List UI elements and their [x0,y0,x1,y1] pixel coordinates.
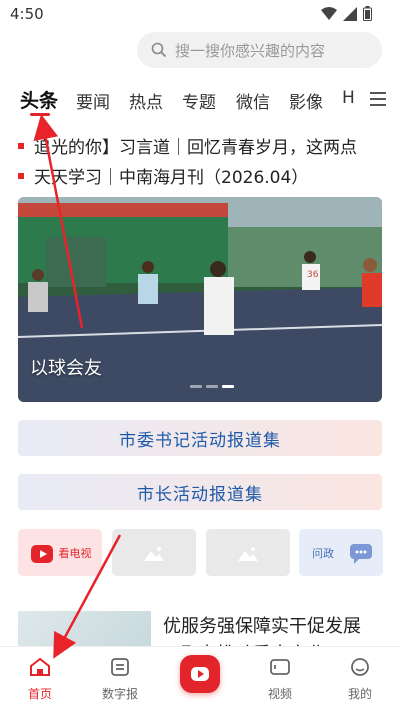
tile-placeholder[interactable] [112,529,196,576]
active-tab-indicator [30,113,50,116]
tab-news[interactable]: 要闻 [76,88,110,113]
bullet-icon [18,143,24,149]
tab-wechat[interactable]: 微信 [236,88,270,113]
headline-item[interactable]: 天天学习｜中南海月刊（2026.04） [0,163,400,193]
search-placeholder: 搜一搜你感兴趣的内容 [175,41,326,60]
status-icons [321,6,372,21]
banner-caption: 以球会友 [30,358,102,379]
nav-digital-paper-label: 数字报 [101,687,138,701]
play-center-icon [191,667,209,681]
tile-tv[interactable]: 看电视 [18,529,102,576]
status-bar: 4:50 [0,0,400,30]
tv-play-icon [30,544,53,563]
newspaper-icon [111,658,129,676]
tab-h[interactable]: H [342,88,355,108]
party-secretary-report-button[interactable]: 市委书记活动报道集 [18,420,382,456]
tile-tv-label: 看电视 [58,546,92,560]
tab-images[interactable]: 影像 [289,88,323,113]
banner-carousel[interactable]: 36 以球会友 [18,197,382,402]
status-time: 4:50 [10,5,44,23]
tile-placeholder[interactable] [206,529,290,576]
channel-tabs: 头条 要闻 热点 专题 微信 影像 H [0,80,400,122]
signal-icon [343,6,357,21]
headline-list: 追光的你】习言道｜回忆青春岁月，这两点 天天学习｜中南海月刊（2026.04） [0,133,400,193]
headline-text: 天天学习｜中南海月刊（2026.04） [34,168,309,188]
jersey-number: 36 [307,270,319,280]
video-icon [270,659,290,675]
tile-inquiry-label: 问政 [312,546,334,560]
nav-center-button[interactable] [180,655,220,693]
search-bar[interactable]: 搜一搜你感兴趣的内容 [137,32,382,68]
chat-bubble-icon [350,543,372,564]
tab-headline[interactable]: 头条 [20,86,58,113]
search-icon [151,42,167,58]
headline-text: 追光的你】习言道｜回忆青春岁月，这两点 [34,138,357,158]
bottom-navigation: 首页 数字报 视频 我的 [0,646,400,710]
image-placeholder-icon [144,546,164,561]
mayor-report-button[interactable]: 市长活动报道集 [18,474,382,510]
nav-video[interactable]: 视频 [250,657,310,702]
tile-inquiry[interactable]: 问政 [299,529,383,576]
wifi-icon [321,6,337,20]
nav-video-label: 视频 [267,687,292,701]
nav-profile[interactable]: 我的 [330,657,390,702]
tab-hot[interactable]: 热点 [129,88,163,113]
nav-profile-label: 我的 [347,687,372,701]
nav-home[interactable]: 首页 [10,657,70,702]
profile-icon [351,658,369,676]
bullet-icon [18,173,24,179]
headline-item[interactable]: 追光的你】习言道｜回忆青春岁月，这两点 [0,133,400,163]
image-placeholder-icon [238,546,258,561]
carousel-indicator [190,385,234,388]
nav-home-label: 首页 [27,687,52,701]
menu-icon[interactable] [370,92,386,106]
tab-topics[interactable]: 专题 [182,88,216,113]
home-icon [30,657,50,676]
nav-digital-paper[interactable]: 数字报 [90,657,150,702]
battery-icon [363,6,372,21]
